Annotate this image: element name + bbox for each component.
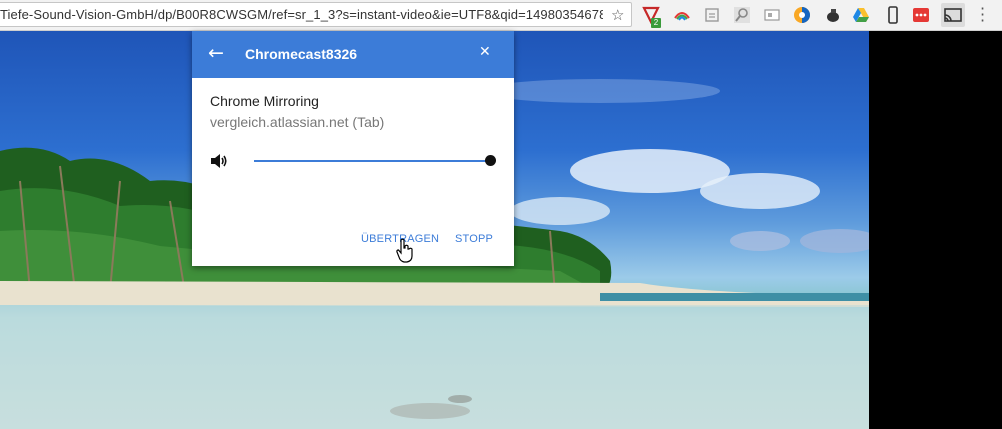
magnifier-icon[interactable] [733,6,751,24]
color-ball-icon[interactable] [793,6,811,24]
cast-toolbar-button[interactable] [941,3,965,27]
cast-dialog-header: ← Chromecast8326 ✕ [192,31,514,78]
close-icon[interactable]: ✕ [479,44,491,60]
rainbow-icon[interactable] [673,6,691,24]
extension-badge: 2 [651,18,661,28]
red-dots-icon[interactable] [912,6,930,24]
page-right-black-area [869,31,1002,429]
window-icon[interactable] [763,6,781,24]
activity-title: Chrome Mirroring [210,93,319,109]
stop-button[interactable]: STOPP [455,233,493,245]
browser-toolbar: Tiefe-Sound-Vision-GmbH/dp/B00R8CWSGM/re… [0,0,1002,31]
phone-icon[interactable] [884,6,902,24]
back-arrow-icon[interactable]: ← [208,43,224,63]
cast-device-name: Chromecast8326 [245,46,358,62]
kebab-menu-icon[interactable]: · · · [980,1,985,29]
mouse-icon[interactable] [823,6,841,24]
volume-slider-track[interactable] [254,160,490,162]
volume-slider-thumb[interactable] [485,155,496,166]
box-icon[interactable] [703,6,721,24]
hand-cursor-icon [396,238,413,263]
activity-subtitle: vergleich.atlassian.net (Tab) [210,114,385,130]
address-bar[interactable]: Tiefe-Sound-Vision-GmbH/dp/B00R8CWSGM/re… [0,2,632,27]
bookmark-star-icon[interactable]: ☆ [611,6,624,24]
cast-icon [944,8,962,22]
cast-dialog: ← Chromecast8326 ✕ Chrome Mirroring verg… [192,31,514,266]
volume-icon[interactable] [209,151,229,171]
drive-icon[interactable] [852,6,870,24]
url-text[interactable]: Tiefe-Sound-Vision-GmbH/dp/B00R8CWSGM/re… [0,7,603,22]
